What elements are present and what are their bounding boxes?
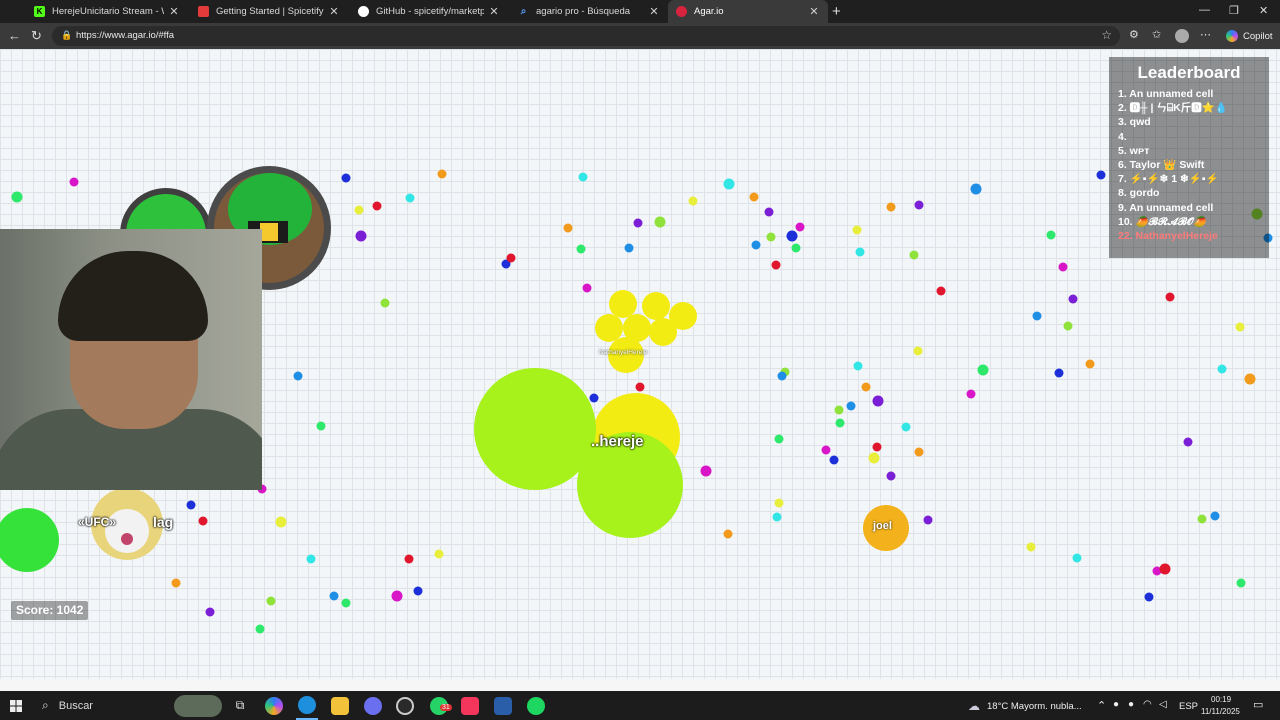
leaderboard-row: 2. 🅳╫ | ㄣ⌸K斤🅳⭐💧	[1118, 102, 1228, 115]
weather-text[interactable]: 18°C Mayorm. nubla...	[987, 701, 1082, 712]
player-cell-piece	[595, 314, 623, 342]
joel-label: joel	[873, 520, 892, 532]
spotify-icon[interactable]	[526, 691, 546, 720]
close-icon[interactable]: ✕	[168, 5, 180, 18]
close-window-icon[interactable]: ✕	[1259, 4, 1268, 17]
edge-icon[interactable]	[296, 691, 318, 720]
hat-buckle-icon	[260, 223, 278, 241]
more-menu-icon[interactable]: ⋯	[1200, 28, 1211, 41]
spicetify-icon	[198, 6, 209, 17]
language-indicator[interactable]: ESP	[1179, 701, 1198, 712]
music-app-icon[interactable]	[460, 691, 480, 720]
leaderboard-row: 4.	[1118, 130, 1127, 143]
tab-title: Agar.io	[694, 6, 724, 17]
wifi-icon[interactable]: ◠	[1143, 699, 1152, 710]
address-field[interactable]: 🔒 https://www.agar.io/#ffa ☆	[52, 26, 1120, 46]
player-cell-piece	[642, 292, 670, 320]
enemy-cell-green	[0, 508, 59, 572]
refresh-icon[interactable]: ↻	[31, 28, 42, 44]
close-icon[interactable]: ✕	[808, 5, 820, 18]
tab-title: GitHub - spicetify/marketplace: D	[376, 6, 484, 17]
lag-label: lag	[153, 514, 174, 530]
tab-spicetify[interactable]: Getting Started | Spicetify ✕	[190, 0, 348, 23]
tab-title: HerejeUnicitario Stream - Watch Li	[52, 6, 164, 17]
player-cell-piece	[609, 290, 637, 318]
close-icon[interactable]: ✕	[648, 5, 660, 18]
player-name-label: ..hereje	[591, 433, 644, 450]
github-icon	[358, 6, 369, 17]
leaderboard-row: 5. ᴡᴘᴛ	[1118, 144, 1150, 157]
close-icon[interactable]: ✕	[328, 5, 340, 18]
whatsapp-badge: 31	[440, 704, 452, 711]
tab-agario[interactable]: Agar.io ✕	[668, 0, 828, 23]
minimize-icon[interactable]: —	[1199, 4, 1210, 16]
address-bar-row: ← ↻ 🔒 https://www.agar.io/#ffa ☆ ⚙ ✩ ⋯ C…	[0, 23, 1280, 49]
kick-icon: K	[34, 6, 45, 17]
leaderboard-row: 1. An unnamed cell	[1118, 88, 1214, 100]
windows-start-icon[interactable]	[6, 691, 26, 720]
score-display: Score: 1042	[11, 601, 89, 620]
copilot-taskbar-icon[interactable]	[264, 691, 284, 720]
url-text: https://www.agar.io/#ffa	[76, 30, 175, 41]
tab-strip: K HerejeUnicitario Stream - Watch Li ✕ G…	[0, 0, 1280, 23]
volume-icon[interactable]: ◁	[1159, 699, 1167, 710]
enemy-cell-lime	[474, 368, 596, 490]
whatsapp-icon[interactable]: 31	[428, 691, 452, 720]
ufc-label: «UFC»	[78, 515, 117, 529]
close-icon[interactable]: ✕	[488, 5, 500, 18]
favorites-icon[interactable]: ✩	[1152, 28, 1161, 41]
tab-title: Getting Started | Spicetify	[216, 6, 324, 17]
leaderboard-row: 8. gordo	[1118, 187, 1160, 200]
obs-icon[interactable]	[395, 691, 415, 720]
leaderboard-row: 10. 🥭𝓑𝓡𝓐𝓑𝓞🥭	[1118, 215, 1207, 228]
task-view-icon[interactable]: ⧉	[231, 691, 249, 720]
tray-chevron-icon[interactable]: ⌃	[1097, 699, 1106, 712]
tab-github[interactable]: GitHub - spicetify/marketplace: D ✕	[350, 0, 508, 23]
new-tab-icon[interactable]: +	[832, 3, 841, 20]
extensions-icon[interactable]: ⚙	[1129, 28, 1139, 41]
leaderboard-row: 3. qwd	[1118, 116, 1151, 129]
powershell-icon[interactable]	[493, 691, 513, 720]
favorite-star-icon[interactable]: ☆	[1101, 28, 1112, 42]
leaderboard-row: 6. Taylor 👑 Swift	[1118, 159, 1205, 172]
file-explorer-icon[interactable]	[330, 691, 350, 720]
clock-date[interactable]: 11/11/2025	[1201, 707, 1240, 716]
leaderboard-row: 9. An unnamed cell	[1118, 201, 1214, 214]
leaderboard-row-current-player: 22. NathanyelHereje	[1118, 230, 1218, 243]
agario-icon	[676, 6, 687, 17]
leaderboard-title: Leaderboard	[1137, 63, 1241, 82]
tray-app-icon[interactable]: ●	[1113, 699, 1119, 710]
copilot-label: Copilot	[1243, 30, 1273, 42]
copilot-button[interactable]: Copilot	[1222, 27, 1277, 45]
leaderboard: Leaderboard 1. An unnamed cell 2. 🅳╫ | ㄣ…	[1109, 57, 1269, 258]
lag-skin-mouth	[121, 533, 133, 545]
player-piece-label: NathanyelHereje	[599, 349, 648, 356]
tab-kick-stream[interactable]: K HerejeUnicitario Stream - Watch Li ✕	[26, 0, 188, 23]
weather-cloud-icon: ☁	[968, 698, 980, 713]
restore-icon[interactable]: ❐	[1229, 4, 1239, 17]
clock-time[interactable]: 00:19	[1211, 695, 1231, 704]
tab-bing-search[interactable]: ⌕ agario pro - Búsqueda ✕	[510, 0, 668, 23]
discord-icon[interactable]	[363, 691, 383, 720]
search-icon: ⌕	[520, 6, 527, 17]
webcam-overlay	[0, 229, 262, 490]
player-cell-piece	[649, 318, 677, 346]
lock-icon: 🔒	[61, 30, 73, 40]
leaderboard-row: 7. ⚡▪⚡❄ 1 ❄⚡▪⚡	[1118, 173, 1219, 186]
tab-title: agario pro - Búsqueda	[536, 6, 631, 17]
game-canvas[interactable]: NathanyelHereje ..hereje joel lag «UFC» …	[0, 49, 1280, 691]
search-placeholder: Buscar	[58, 699, 93, 712]
back-icon[interactable]: ←	[8, 28, 21, 43]
notification-icon[interactable]: ▭	[1253, 698, 1263, 711]
tray-app-icon[interactable]: ●	[1128, 699, 1134, 710]
search-highlight-image[interactable]	[174, 691, 222, 720]
copilot-icon	[1226, 30, 1238, 42]
profile-avatar-icon[interactable]	[1175, 29, 1189, 43]
windows-taskbar: ⌕ Buscar ⧉ 31 ☁ 18°C Mayorm. nubla... ⌃ …	[0, 691, 1280, 720]
search-icon: ⌕	[42, 698, 49, 712]
